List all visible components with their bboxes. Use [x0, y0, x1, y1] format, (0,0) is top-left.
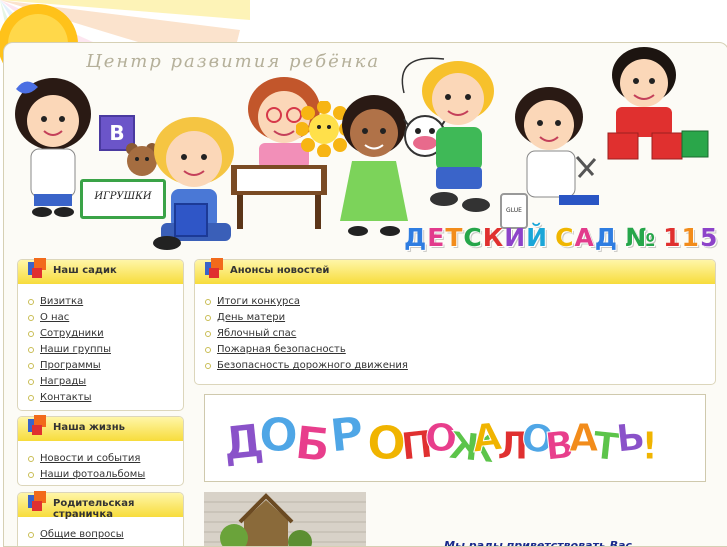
kid-blocks-illustration [607, 47, 709, 160]
sidebar-item: Контакты [28, 390, 183, 406]
news-link-mothers-day[interactable]: День матери [217, 310, 285, 326]
bullet-icon [205, 299, 211, 305]
sidebar-item: Наши группы [28, 342, 183, 358]
brand-letter: К [482, 223, 505, 252]
sidebar-item-link-contacts[interactable]: Контакты [40, 390, 91, 406]
sidebar-box-header: Родительская страничка [18, 491, 183, 520]
brand-letter: 5 [699, 223, 719, 252]
brand-letter: 1 [681, 223, 700, 252]
brand-letter: С [555, 223, 575, 252]
sidebar-item: Награды [28, 374, 183, 390]
welcome-letter: Р [327, 406, 366, 463]
sidebar-menu-our-kindergarten: Визитка О нас Сотрудники Наши группы Про… [18, 284, 183, 410]
sidebar-item: Новости и события [28, 451, 183, 467]
page-frame: Центр развития ребёнка B ИГРУШКИ GLUE ДЕ… [3, 42, 727, 547]
brand-letter: С [463, 223, 483, 252]
bullet-icon [28, 363, 34, 369]
sidebar-item: Визитка [28, 294, 183, 310]
intro-heading: Мы рады приветствовать Вас [444, 539, 632, 547]
sidebar-item-link-news-events[interactable]: Новости и события [40, 451, 140, 467]
brand-letter: А [574, 223, 595, 252]
bullet-icon [28, 395, 34, 401]
sidebar-menu-parents: Общие вопросы [18, 517, 183, 546]
welcome-letter: ! [641, 424, 658, 468]
bullet-icon [205, 331, 211, 337]
news-item: Безопасность дорожного движения [205, 358, 715, 374]
cube-icon [28, 491, 46, 511]
news-link-fire-safety[interactable]: Пожарная безопасность [217, 342, 346, 358]
sidebar-item-link-programs[interactable]: Программы [40, 358, 101, 374]
cube-icon [28, 415, 46, 435]
news-item: День матери [205, 310, 715, 326]
bullet-icon [28, 379, 34, 385]
brand-letter: № [625, 223, 657, 252]
news-box-header: Анонсы новостей [195, 258, 715, 284]
news-link-road-safety[interactable]: Безопасность дорожного движения [217, 358, 408, 374]
sidebar-box-title: Родительская страничка [53, 498, 135, 520]
bullet-icon [28, 456, 34, 462]
brand-letter: Й [526, 223, 549, 252]
blue-blocks-illustration [174, 203, 208, 237]
news-announcements-box: Анонсы новостей Итоги конкурса День мате… [194, 258, 716, 385]
sidebar-item: Сотрудники [28, 326, 183, 342]
news-item: Пожарная безопасность [205, 342, 715, 358]
site-title: Центр развития ребёнка [86, 51, 381, 72]
news-list: Итоги конкурса День матери Яблочный спас… [195, 284, 715, 378]
news-item: Яблочный спас [205, 326, 715, 342]
news-link-apple-spas[interactable]: Яблочный спас [217, 326, 296, 342]
bullet-icon [28, 347, 34, 353]
sidebar-item: О нас [28, 310, 183, 326]
bullet-icon [28, 331, 34, 337]
bullet-icon [205, 363, 211, 369]
welcome-text-art: ДОБР ОПОЖАЛОВАТЬ! [220, 405, 659, 473]
sidebar-box-header: Наша жизнь [18, 415, 183, 441]
cube-icon [28, 258, 46, 278]
bullet-icon [28, 299, 34, 305]
sidebar-item-link-visit-card[interactable]: Визитка [40, 294, 83, 310]
sidebar-box-title: Наша жизнь [53, 422, 125, 433]
bullet-icon [205, 315, 211, 321]
bullet-icon [28, 315, 34, 321]
brand-letter: И [504, 223, 527, 252]
brand-letter: 1 [663, 223, 682, 252]
sidebar-box-our-life: Наша жизнь Новости и события Наши фотоал… [17, 415, 184, 487]
cube-icon [205, 258, 223, 278]
sidebar-item-link-general-questions[interactable]: Общие вопросы [40, 527, 124, 543]
welcome-letter: Б [292, 415, 333, 472]
bullet-icon [28, 472, 34, 478]
sidebar-item-link-groups[interactable]: Наши группы [40, 342, 111, 358]
brand-letter: Т [445, 223, 464, 252]
sidebar-menu-our-life: Новости и события Наши фотоальбомы [18, 441, 183, 487]
sidebar-box-title: Наш садик [53, 265, 117, 276]
news-box-title: Анонсы новостей [230, 265, 330, 276]
kid-balloon-illustration [401, 57, 494, 212]
welcome-letter: О [259, 408, 298, 462]
sidebar-item: Наши фотоальбомы [28, 467, 183, 483]
bullet-icon [28, 532, 34, 538]
sidebar-item: Общие вопросы [28, 527, 183, 543]
brand-letter: Д [404, 223, 428, 252]
header-banner: Центр развития ребёнка B ИГРУШКИ GLUE ДЕ… [4, 43, 727, 258]
news-item: Итоги конкурса [205, 294, 715, 310]
sidebar-box-our-kindergarten: Наш садик Визитка О нас Сотрудники Наши … [17, 258, 184, 411]
kindergarten-photo [204, 492, 366, 546]
brand-letter: Д [594, 223, 619, 252]
welcome-banner: Д О Б Р О П О Ж А Л О В А Т Ь! [204, 394, 706, 482]
sidebar-box-parents: Родительская страничка Общие вопросы [17, 491, 184, 546]
sidebar-item-link-about[interactable]: О нас [40, 310, 69, 326]
kindergarten-brand-title: ДЕТСКИЙ САД № 115 [404, 223, 718, 252]
sidebar-item-link-photo-albums[interactable]: Наши фотоальбомы [40, 467, 145, 483]
bullet-icon [205, 347, 211, 353]
sidebar-item-link-staff[interactable]: Сотрудники [40, 326, 104, 342]
news-link-contest-results[interactable]: Итоги конкурса [217, 294, 300, 310]
brand-letter: Е [427, 223, 446, 252]
sidebar-item: Программы [28, 358, 183, 374]
sidebar-box-header: Наш садик [18, 258, 183, 284]
sidebar-item-link-awards[interactable]: Награды [40, 374, 86, 390]
